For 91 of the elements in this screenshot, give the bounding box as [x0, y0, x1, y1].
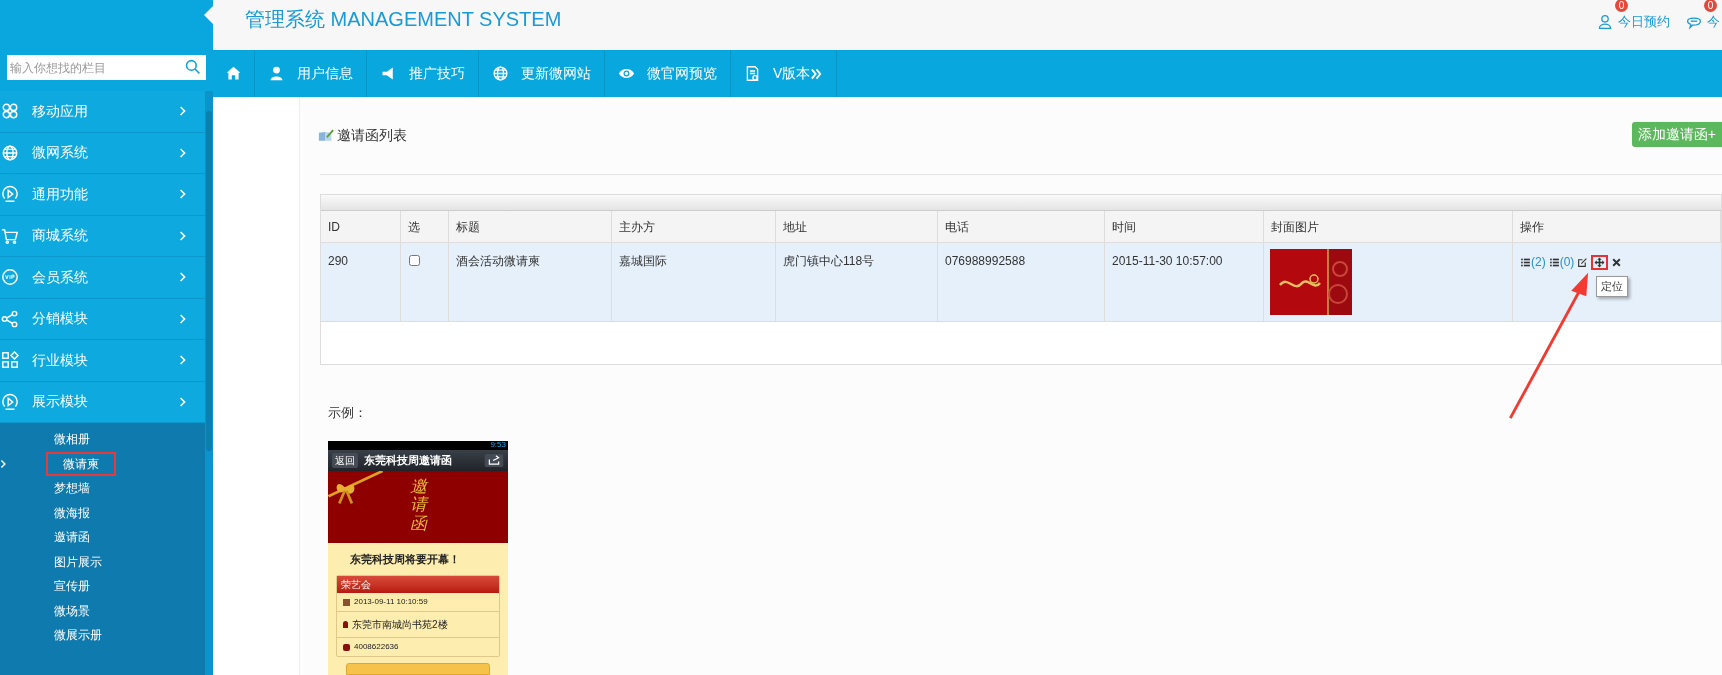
user-icon: [268, 65, 285, 82]
submenu-item[interactable]: 邀请函: [54, 528, 90, 547]
phone-icon: [343, 643, 350, 651]
submenu-item[interactable]: 微相册: [54, 430, 90, 449]
submenu-item[interactable]: 图片展示: [54, 552, 102, 571]
sidebar-item-label: 会员系统: [32, 267, 89, 287]
submenu-item[interactable]: 宣传册: [54, 577, 90, 596]
location-pin-icon: [343, 621, 348, 628]
submenu-item[interactable]: 微海报: [54, 503, 90, 522]
table-cell: 2015-11-30 10:57:00: [1105, 243, 1264, 321]
row-action[interactable]: [1611, 256, 1623, 268]
edit-icon: [1577, 256, 1589, 268]
search-icon: [185, 59, 201, 75]
play-icon: [1, 185, 19, 204]
row-action[interactable]: (2): [1520, 253, 1546, 271]
play-icon: [1, 392, 19, 411]
chevron-right-icon: [179, 395, 187, 408]
count-badge: 0: [1615, 0, 1628, 12]
add-button[interactable]: 添加邀请函+: [1631, 122, 1722, 147]
chevron-right-icon: [179, 188, 187, 201]
banner-calligraphy: 邀请函: [409, 476, 427, 536]
submenu-item[interactable]: 梦想墙: [54, 479, 90, 498]
table-cell: 嘉城国际: [612, 243, 776, 321]
sidebar-item-label: 展示模块: [32, 392, 89, 412]
chevron-right-icon: [179, 312, 187, 325]
move-icon: [1594, 256, 1606, 268]
submenu-item[interactable]: 微展示册: [54, 626, 102, 645]
table-cell: 290: [321, 243, 401, 321]
share-icon[interactable]: [484, 453, 504, 467]
example-label: 示例：: [328, 404, 368, 422]
submenu-item[interactable]: 微场景: [54, 601, 90, 620]
share-icon: [1, 309, 19, 328]
column-header: 电话: [938, 211, 1105, 242]
table-cell: 酒会活动微请柬: [449, 243, 612, 321]
double-chevron-icon: [810, 67, 824, 80]
sidebar-item-label: 通用功能: [32, 184, 89, 204]
search-field[interactable]: 输入你想找的栏目: [7, 55, 206, 80]
document-icon: [744, 65, 761, 82]
column-header: 封面图片: [1264, 211, 1513, 242]
row-action[interactable]: [1577, 256, 1589, 268]
sidebar-item-label: 移动应用: [32, 101, 89, 121]
globe-icon: [492, 65, 509, 82]
cart-icon: [1, 226, 19, 245]
submenu-item[interactable]: 微请柬: [46, 451, 116, 476]
chevron-right-icon: [179, 229, 187, 242]
column-header: ID: [321, 211, 401, 242]
table-cell: 虎门镇中心118号: [776, 243, 938, 321]
row-checkbox[interactable]: [409, 255, 420, 266]
column-header: 主办方: [612, 211, 776, 242]
phone-headline: 东莞科技周将要开幕！: [350, 551, 461, 567]
status-time: 9:53: [490, 441, 506, 450]
user-icon: [1597, 13, 1613, 30]
chevron-right-icon: [179, 271, 187, 284]
row-action[interactable]: [1591, 254, 1609, 270]
home-icon: [225, 65, 242, 82]
chevron-right-icon: [179, 105, 187, 118]
globe-icon: [1, 143, 19, 162]
page-title: 邀请函列表: [337, 126, 407, 145]
chevron-right-icon: [179, 354, 187, 367]
phone-title: 东莞科技周邀请函: [364, 453, 453, 469]
sidebar-item-label: 微网系统: [32, 143, 89, 163]
row-action[interactable]: (0): [1548, 253, 1575, 271]
column-header: 选: [401, 211, 449, 242]
tooltip: 定位: [1596, 276, 1628, 297]
sidebar-item-label: 分销模块: [32, 309, 89, 329]
chevron-right-icon: [0, 458, 7, 469]
vip-icon: [1, 268, 19, 287]
sidebar-item-label: 行业模块: [32, 350, 89, 370]
card-header: 荣艺会: [337, 576, 499, 593]
event-date: 2013-09-11 10:10:59: [354, 596, 428, 608]
list-icon: [1520, 256, 1531, 268]
column-header: 操作: [1513, 211, 1721, 242]
chevron-right-icon: [179, 146, 187, 159]
scrollbar-thumb[interactable]: [206, 111, 212, 451]
apps-icon: [1, 102, 19, 121]
grid-icon: [1, 351, 19, 370]
app-title: 管理系统 MANAGEMENT SYSTEM: [245, 7, 562, 32]
column-header: 时间: [1105, 211, 1264, 242]
calendar-icon: [343, 598, 350, 606]
back-button[interactable]: 返回: [332, 452, 358, 468]
list-icon: [1548, 256, 1560, 268]
count-badge: 0: [1704, 0, 1717, 12]
bow-icon: [328, 470, 383, 507]
column-header: 地址: [776, 211, 938, 242]
table-cell: 076988992588: [938, 243, 1105, 321]
sidebar-item-label: 商城系统: [32, 226, 89, 246]
event-phone: 4008622636: [354, 641, 399, 653]
close-icon: [1611, 256, 1623, 268]
column-header: 标题: [449, 211, 612, 242]
event-address: 东莞市南城尚书苑2楼: [352, 618, 448, 632]
book-pencil-icon: [318, 129, 334, 142]
